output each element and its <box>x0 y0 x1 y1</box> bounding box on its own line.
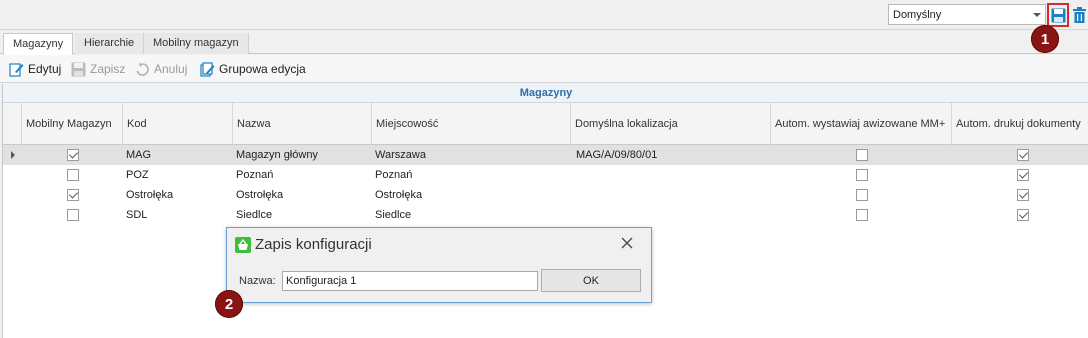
tab-hierarchie[interactable]: Hierarchie <box>75 33 145 54</box>
cell-location: MAG/A/09/80/01 <box>576 149 658 161</box>
auto-mm-checkbox[interactable] <box>856 149 868 161</box>
dialog-title: Zapis konfiguracji <box>255 236 372 253</box>
basket-icon <box>235 236 251 253</box>
cell-code: SDL <box>126 209 148 221</box>
column-header-mobile[interactable]: Mobilny Magazyn <box>22 103 123 145</box>
edit-button-label: Edytuj <box>28 62 62 76</box>
cell-code: Ostrołęka <box>126 189 174 201</box>
cell-city: Warszawa <box>375 149 426 161</box>
column-header-auto-print[interactable]: Autom. drukuj dokumenty <box>952 103 1088 145</box>
column-header-default-location[interactable]: Domyślna lokalizacja <box>571 103 771 145</box>
cell-name: Magazyn główny <box>236 149 318 161</box>
ok-button[interactable]: OK <box>541 269 641 292</box>
column-header-city[interactable]: Miejscowość <box>372 103 571 145</box>
cell-city: Ostrołęka <box>375 189 423 201</box>
cell-city: Siedlce <box>375 209 412 221</box>
layout-select-value: Domyślny <box>893 9 942 21</box>
layout-select[interactable]: Domyślny <box>888 4 1046 25</box>
table-row[interactable]: SDL Siedlce Siedlce <box>3 205 1088 225</box>
auto-mm-checkbox[interactable] <box>856 169 868 181</box>
grid-band-title: Magazyny <box>3 84 1088 103</box>
name-label: Nazwa: <box>239 275 276 287</box>
tab-mobilny-magazyn[interactable]: Mobilny magazyn <box>144 33 249 54</box>
tab-bar: Magazyny Hierarchie Mobilny magazyn <box>0 33 1088 55</box>
save-button[interactable]: Zapisz <box>71 60 125 78</box>
column-header-name[interactable]: Nazwa <box>233 103 372 145</box>
edit-icon <box>9 62 24 77</box>
delete-layout-button[interactable] <box>1071 5 1087 25</box>
callout-badge-2: 2 <box>215 290 243 318</box>
row-indicator-header <box>3 103 22 145</box>
cancel-button[interactable]: Anuluj <box>135 60 187 78</box>
auto-mm-checkbox[interactable] <box>856 189 868 201</box>
auto-print-checkbox[interactable] <box>1017 149 1029 161</box>
tab-magazyny[interactable]: Magazyny <box>3 33 74 55</box>
save-layout-button[interactable] <box>1047 3 1069 27</box>
group-edit-button[interactable]: Grupowa edycja <box>200 60 306 78</box>
table-row[interactable]: MAG Magazyn główny Warszawa MAG/A/09/80/… <box>3 145 1088 165</box>
cell-name: Poznań <box>236 169 274 181</box>
cell-name: Ostrołęka <box>236 189 284 201</box>
toolbar: Edytuj Zapisz Anuluj Grupowa edycja <box>0 55 1088 83</box>
configuration-name-input[interactable] <box>282 271 538 291</box>
cell-code: POZ <box>126 169 149 181</box>
auto-mm-checkbox[interactable] <box>856 209 868 221</box>
cell-city: Poznań <box>375 169 413 181</box>
row-pointer-icon <box>11 151 15 159</box>
auto-print-checkbox[interactable] <box>1017 209 1029 221</box>
cancel-button-label: Anuluj <box>154 62 188 76</box>
group-edit-button-label: Grupowa edycja <box>219 62 306 76</box>
save-configuration-dialog: Zapis konfiguracji Nazwa: OK <box>226 227 652 303</box>
close-icon[interactable] <box>619 235 635 251</box>
table-row[interactable]: POZ Poznań Poznań <box>3 165 1088 185</box>
table-row[interactable]: Ostrołęka Ostrołęka Ostrołęka <box>3 185 1088 205</box>
column-header-auto-mm[interactable]: Autom. wystawiaj awizowane MM+ <box>771 103 952 145</box>
edit-button[interactable]: Edytuj <box>9 60 61 78</box>
app-window: Domyślny 1 Magazyny Hierarchie Mobilny m… <box>0 0 1088 338</box>
top-bar: Domyślny <box>0 0 1088 30</box>
mobile-checkbox[interactable] <box>67 149 79 161</box>
trash-icon <box>1072 7 1086 23</box>
column-header-code[interactable]: Kod <box>123 103 233 145</box>
floppy-disk-icon <box>1051 8 1065 22</box>
mobile-checkbox[interactable] <box>67 209 79 221</box>
dialog-title-bar: Zapis konfiguracji <box>235 236 372 253</box>
mobile-checkbox[interactable] <box>67 189 79 201</box>
undo-icon <box>136 62 149 76</box>
mobile-checkbox[interactable] <box>67 169 79 181</box>
auto-print-checkbox[interactable] <box>1017 189 1029 201</box>
cell-name: Siedlce <box>236 209 273 221</box>
auto-print-checkbox[interactable] <box>1017 169 1029 181</box>
cell-code: MAG <box>126 149 152 161</box>
save-button-label: Zapisz <box>90 62 126 76</box>
chevron-down-icon[interactable] <box>1029 5 1045 24</box>
floppy-disk-icon <box>71 62 86 76</box>
group-edit-icon <box>200 61 215 77</box>
